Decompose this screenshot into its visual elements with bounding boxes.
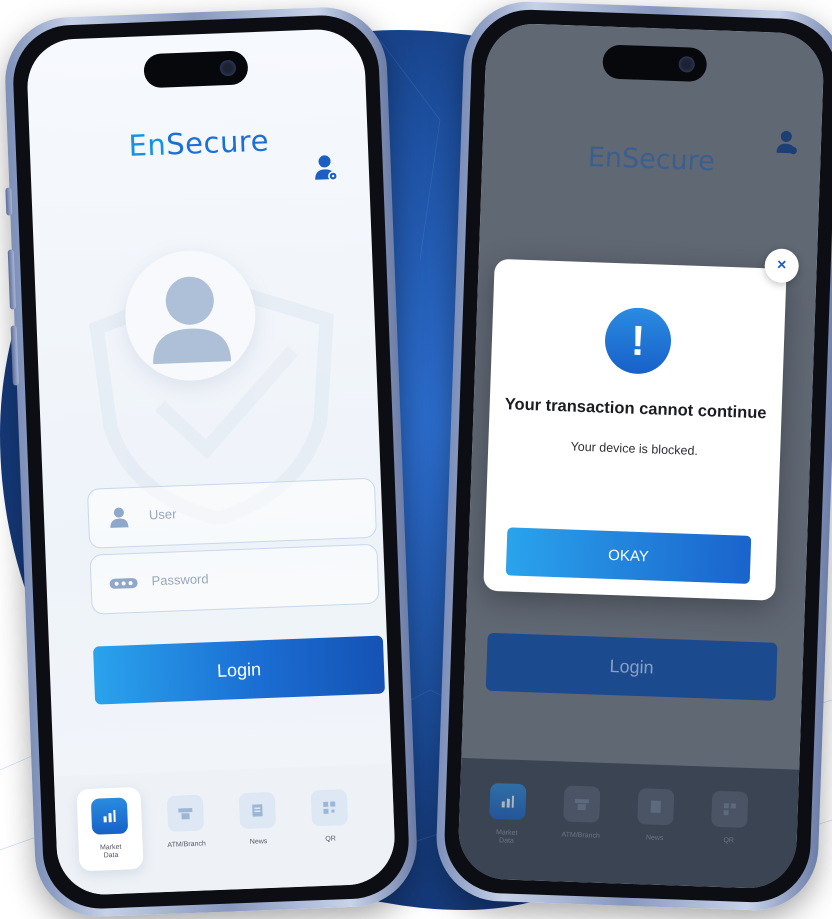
- tab-label: News: [249, 838, 268, 846]
- news-icon: [650, 800, 661, 813]
- exclamation-icon: !: [603, 306, 673, 375]
- login-screen: EnSecure User Password Login Market Data…: [25, 27, 397, 897]
- volume-up-button: [7, 249, 16, 310]
- atm-icon: [574, 798, 589, 811]
- action-button: [5, 187, 13, 216]
- okay-button[interactable]: OKAY: [505, 527, 752, 584]
- tab-market-data: Market Data: [474, 782, 540, 846]
- tab-atm-branch[interactable]: ATM/Branch: [153, 794, 219, 850]
- tab-market-data[interactable]: Market Data: [76, 786, 144, 872]
- alert-dialog: × ! Your transaction cannot continue You…: [483, 248, 800, 601]
- tab-label: Market Data: [99, 843, 122, 860]
- chart-icon: [103, 809, 116, 823]
- atm-icon: [178, 807, 193, 820]
- profile-settings-icon[interactable]: [312, 153, 339, 184]
- password-placeholder: Password: [151, 571, 209, 589]
- tab-atm-branch: ATM/Branch: [549, 785, 615, 841]
- alert-title: Your transaction cannot continue: [504, 395, 767, 423]
- volume-down-button: [10, 325, 19, 386]
- chart-icon: [501, 795, 515, 808]
- tab-news[interactable]: News: [225, 791, 291, 847]
- blocked-screen: EnSecure Login Market Data ATM/Branch Ne…: [457, 22, 825, 890]
- login-button-dimmed: Login: [485, 632, 778, 701]
- profile-settings-icon: [776, 130, 797, 155]
- username-placeholder: User: [148, 506, 177, 523]
- user-icon: [110, 507, 129, 528]
- right-phone: EnSecure Login Market Data ATM/Branch Ne…: [434, 0, 832, 913]
- tab-label: Market Data: [495, 829, 518, 845]
- avatar: [122, 248, 258, 384]
- tab-label: QR: [723, 837, 734, 845]
- tab-qr: QR: [696, 790, 762, 846]
- phone-bezel: EnSecure Login Market Data ATM/Branch Ne…: [442, 7, 832, 905]
- dynamic-island: [143, 50, 249, 89]
- news-icon: [252, 804, 263, 817]
- bottom-tab-bar-dimmed: Market Data ATM/Branch News QR: [457, 757, 800, 890]
- user-silhouette-icon: [153, 276, 232, 365]
- password-field[interactable]: Password: [89, 543, 380, 615]
- username-field[interactable]: User: [86, 477, 378, 549]
- dynamic-island: [602, 44, 708, 83]
- password-dots-icon: [109, 578, 138, 589]
- left-phone: EnSecure User Password Login Market Data…: [2, 4, 420, 919]
- tab-qr[interactable]: QR: [297, 788, 363, 844]
- camera-icon: [219, 59, 237, 77]
- tab-label: QR: [325, 835, 336, 843]
- qr-icon: [323, 801, 336, 814]
- tab-label: ATM/Branch: [561, 831, 601, 840]
- login-button[interactable]: Login: [93, 635, 386, 705]
- tab-news: News: [623, 788, 689, 844]
- tab-label: News: [645, 834, 664, 843]
- bottom-tab-bar: Market Data ATM/Branch News QR: [53, 763, 397, 897]
- camera-icon: [678, 56, 695, 73]
- tab-label: ATM/Branch: [167, 840, 206, 849]
- phone-bezel: EnSecure User Password Login Market Data…: [11, 13, 411, 911]
- qr-icon: [723, 803, 736, 816]
- alert-message: Your device is blocked.: [570, 439, 699, 458]
